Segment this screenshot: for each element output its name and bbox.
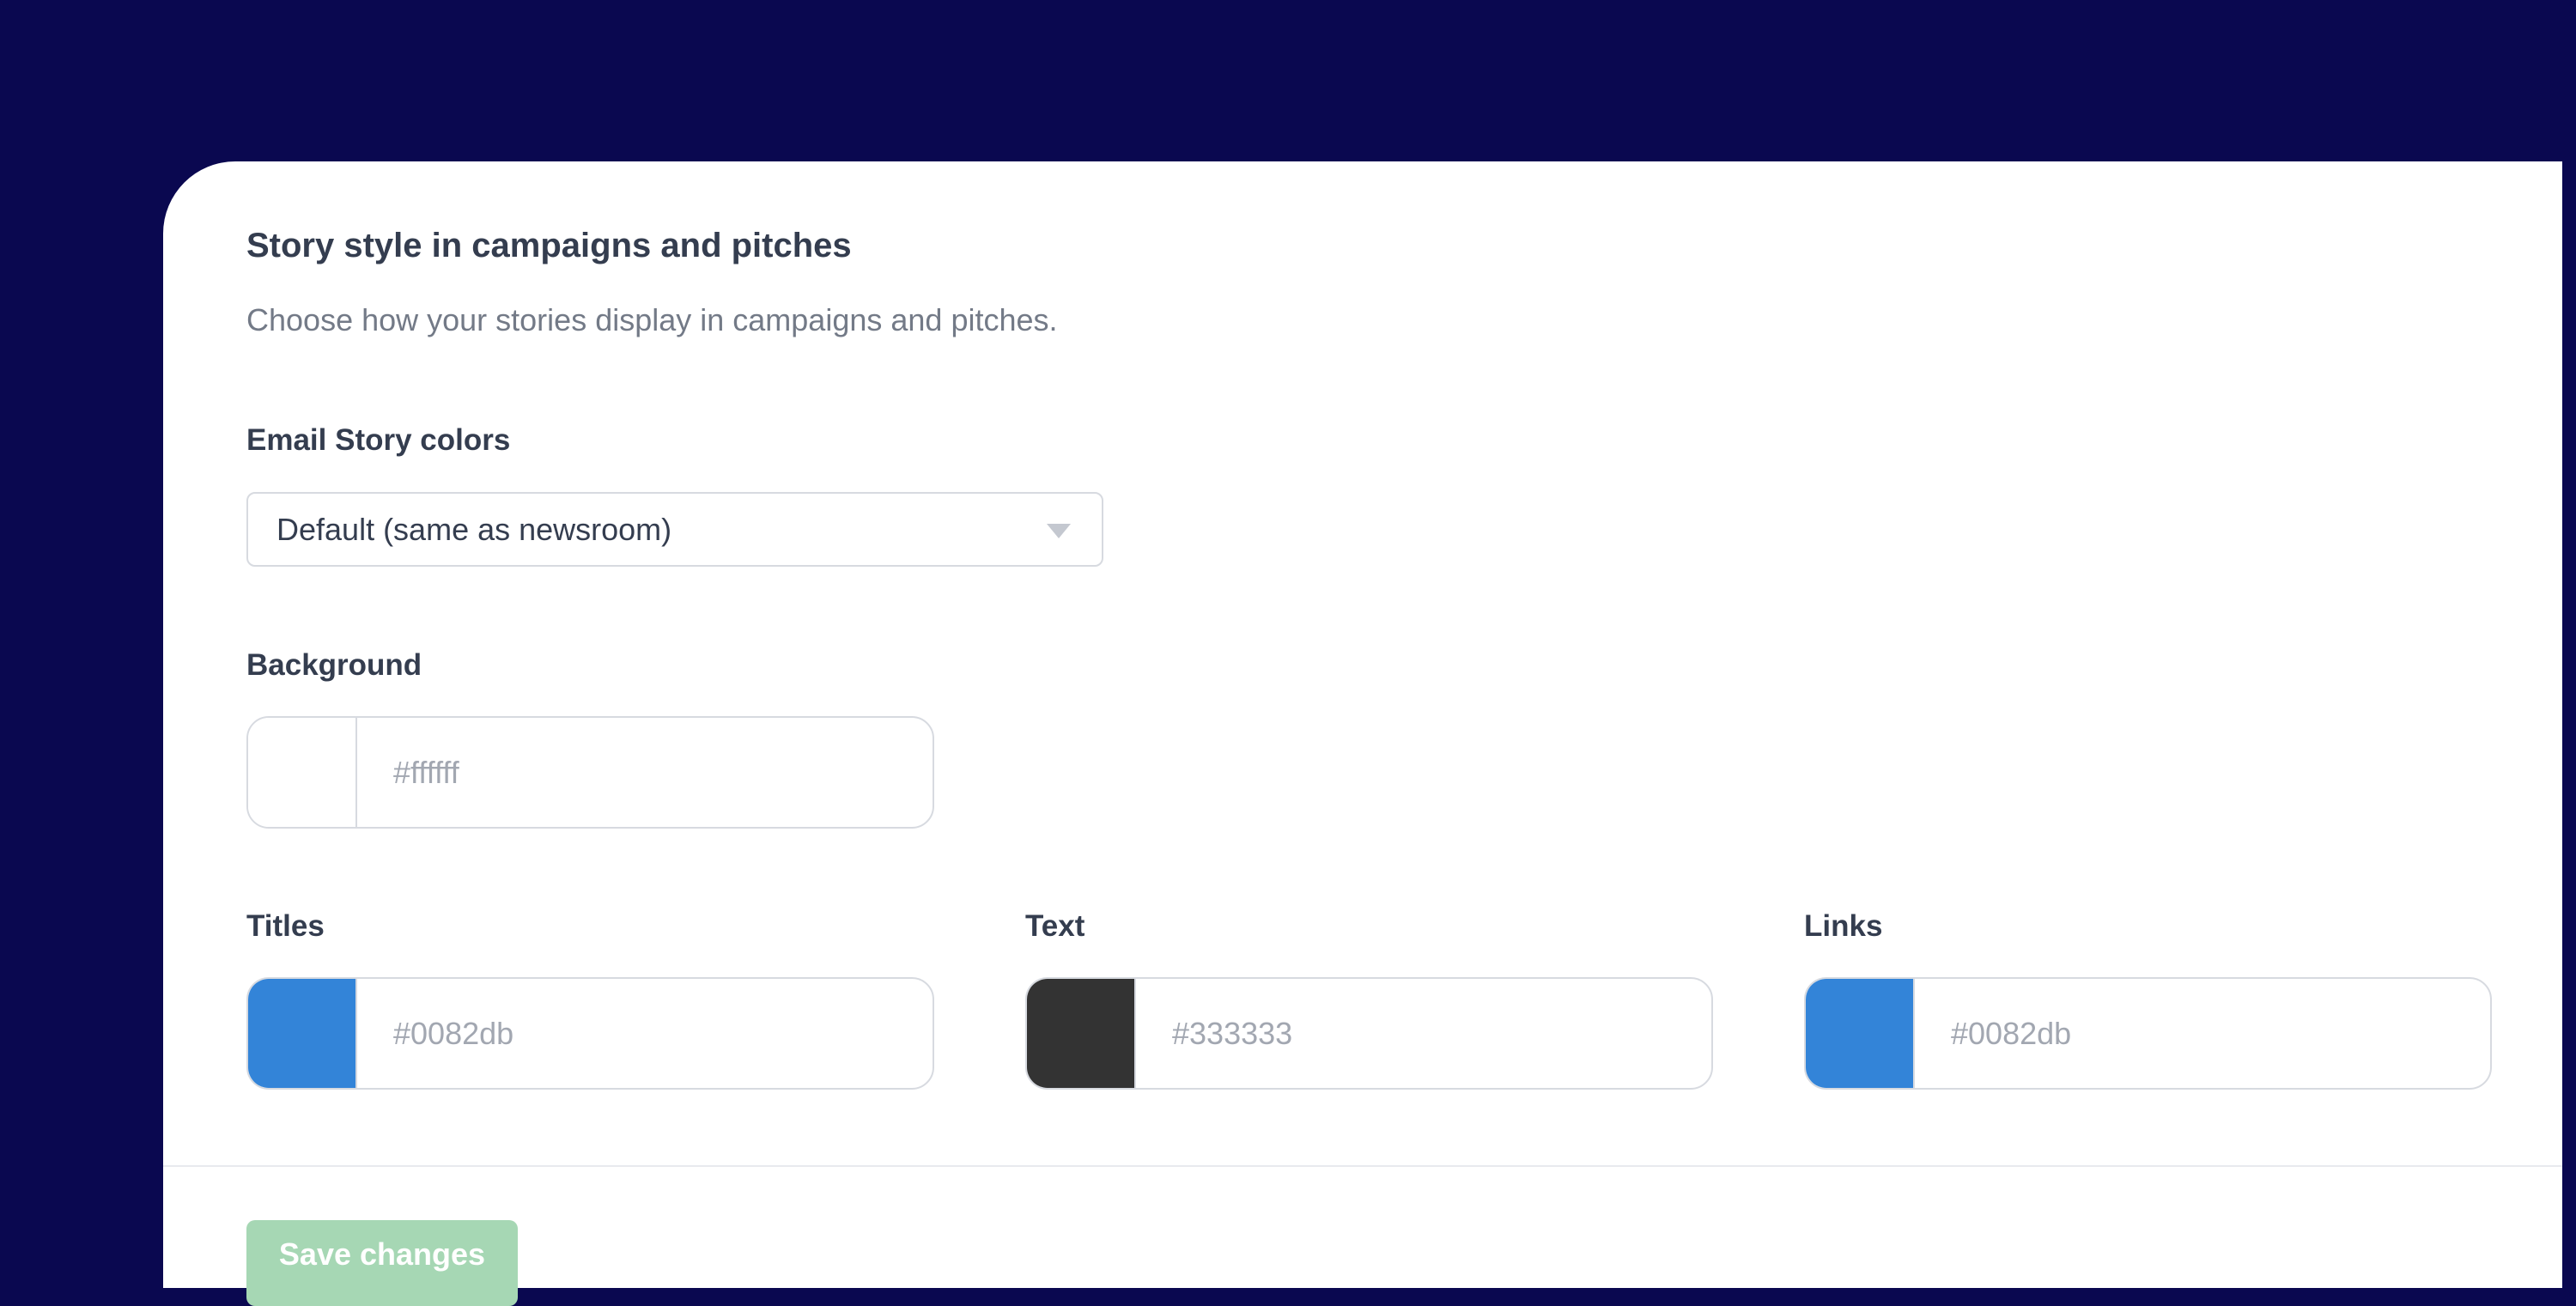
titles-color-input[interactable] bbox=[357, 979, 933, 1088]
email-story-colors-label: Email Story colors bbox=[246, 423, 511, 457]
text-color-swatch[interactable] bbox=[1027, 979, 1136, 1088]
footer-divider bbox=[163, 1165, 2562, 1167]
save-changes-button[interactable]: Save changes bbox=[246, 1220, 518, 1306]
section-description: Choose how your stories display in campa… bbox=[246, 302, 1058, 337]
titles-color-swatch[interactable] bbox=[248, 979, 357, 1088]
section-title: Story style in campaigns and pitches bbox=[246, 227, 852, 264]
email-story-colors-value: Default (same as newsroom) bbox=[276, 512, 672, 547]
background-color-swatch[interactable] bbox=[248, 718, 357, 827]
background-color-input[interactable] bbox=[357, 718, 933, 827]
links-color-field bbox=[1804, 977, 2492, 1090]
titles-color-field bbox=[246, 977, 934, 1090]
text-color-input[interactable] bbox=[1136, 979, 1711, 1088]
email-story-colors-select[interactable]: Default (same as newsroom) bbox=[246, 492, 1103, 567]
settings-card: Story style in campaigns and pitches Cho… bbox=[163, 161, 2562, 1306]
background-color-field bbox=[246, 716, 934, 829]
links-label: Links bbox=[1804, 909, 1883, 943]
text-label: Text bbox=[1025, 909, 1085, 943]
links-color-swatch[interactable] bbox=[1806, 979, 1915, 1088]
background-label: Background bbox=[246, 648, 422, 682]
titles-label: Titles bbox=[246, 909, 325, 943]
text-color-field bbox=[1025, 977, 1713, 1090]
links-color-input[interactable] bbox=[1915, 979, 2490, 1088]
chevron-down-icon bbox=[1047, 524, 1071, 538]
